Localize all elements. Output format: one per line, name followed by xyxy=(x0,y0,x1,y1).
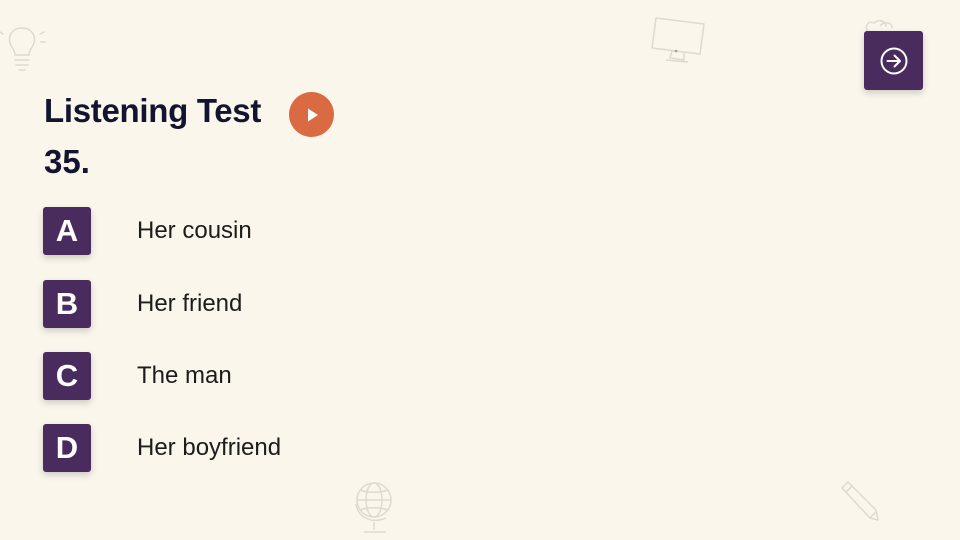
option-text: Her cousin xyxy=(137,217,252,244)
option-b[interactable]: B Her friend xyxy=(43,280,242,328)
option-c[interactable]: C The man xyxy=(43,352,232,400)
option-letter: B xyxy=(43,280,91,328)
option-text: Her boyfriend xyxy=(137,434,282,461)
monitor-icon xyxy=(651,17,705,63)
option-text: The man xyxy=(137,362,232,389)
globe-icon xyxy=(355,482,392,533)
option-letter: C xyxy=(43,352,91,400)
play-icon xyxy=(307,108,318,121)
pencil-icon xyxy=(841,481,879,521)
arrow-right-circle-icon xyxy=(880,47,907,74)
option-d[interactable]: D Her boyfriend xyxy=(43,424,281,472)
option-a[interactable]: A Her cousin xyxy=(43,207,252,255)
next-button[interactable] xyxy=(864,31,923,90)
page-title: Listening Test xyxy=(44,92,262,129)
option-letter: D xyxy=(43,424,91,472)
option-letter: A xyxy=(43,207,91,255)
option-text: Her friend xyxy=(137,290,243,317)
play-audio-button[interactable] xyxy=(289,92,334,137)
question-number: 35. xyxy=(44,143,90,180)
lightbulb-icon xyxy=(0,27,46,71)
